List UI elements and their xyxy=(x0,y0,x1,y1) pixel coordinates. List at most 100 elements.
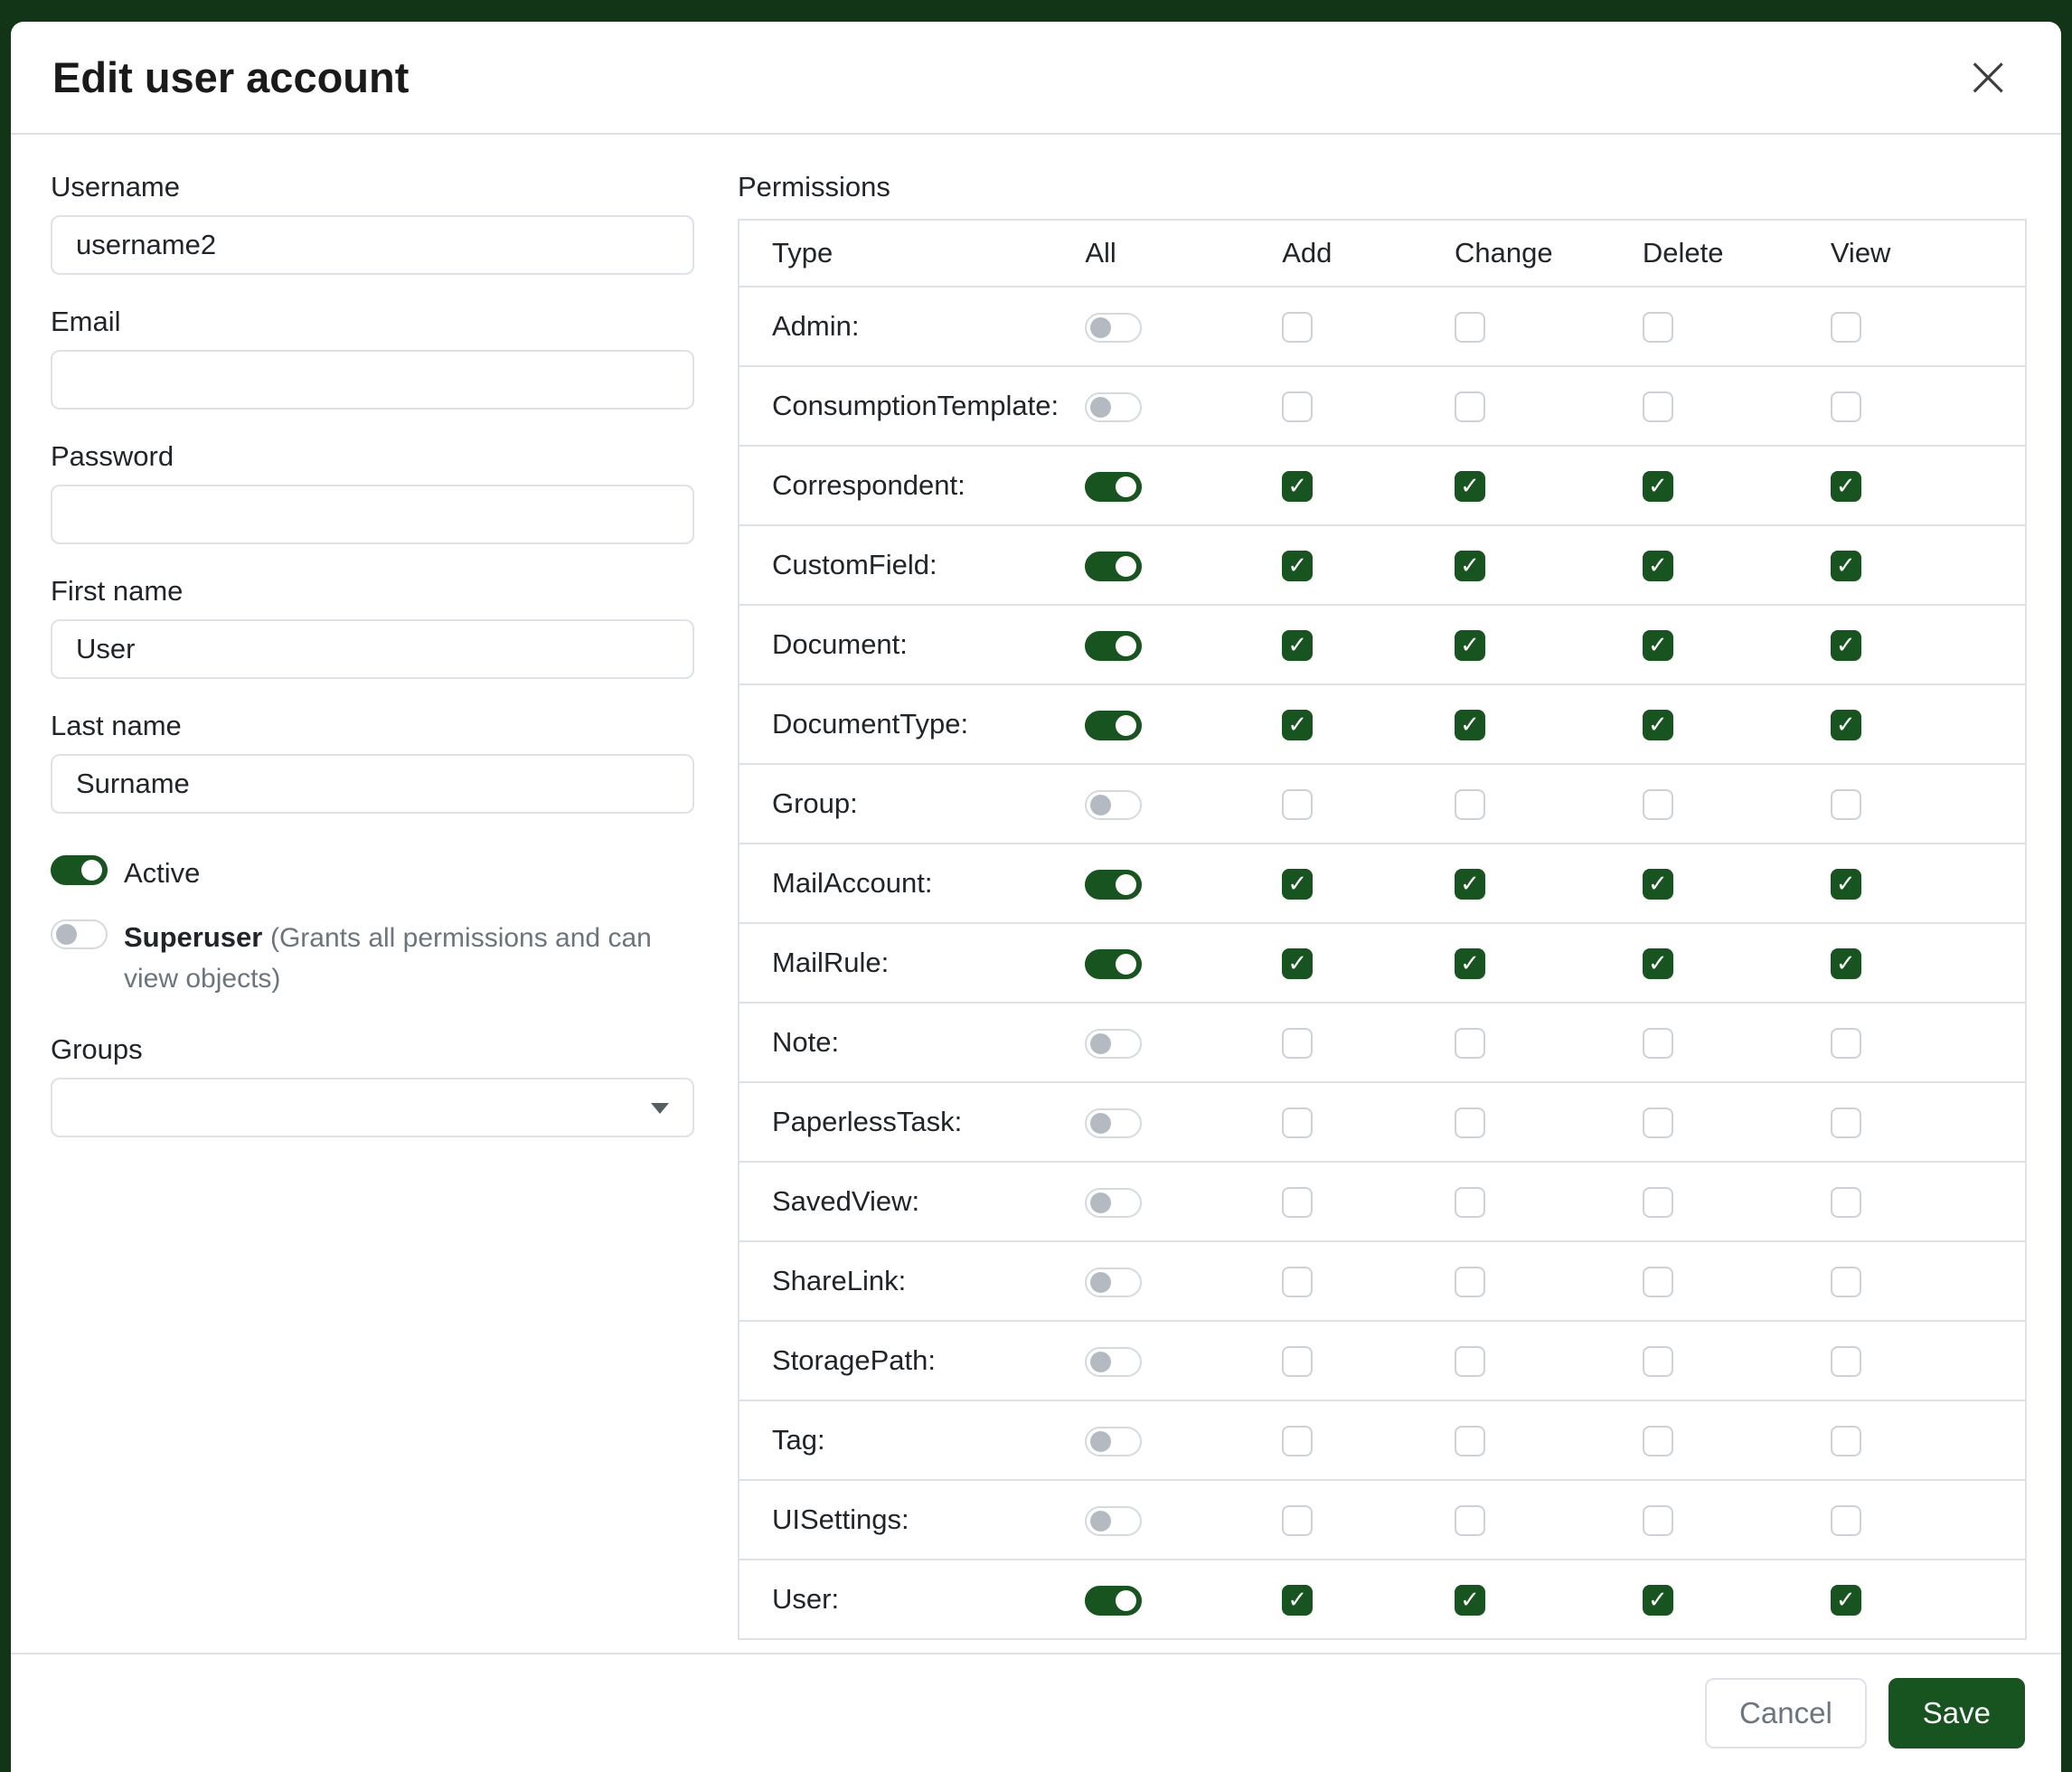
permission-all-toggle[interactable] xyxy=(1085,392,1142,422)
permission-view-checkbox[interactable] xyxy=(1831,391,1861,422)
permission-add-checkbox[interactable] xyxy=(1282,1505,1313,1536)
permission-view-checkbox[interactable] xyxy=(1831,471,1861,502)
permission-view-checkbox[interactable] xyxy=(1831,1346,1861,1377)
permission-delete-checkbox[interactable] xyxy=(1643,789,1673,820)
permission-delete-checkbox[interactable] xyxy=(1643,1585,1673,1616)
permission-delete-checkbox[interactable] xyxy=(1643,1505,1673,1536)
username-input[interactable] xyxy=(51,215,694,275)
permission-all-toggle[interactable] xyxy=(1085,1347,1142,1377)
permission-view-checkbox[interactable] xyxy=(1831,1028,1861,1059)
permission-change-checkbox[interactable] xyxy=(1455,1187,1485,1218)
permission-add-checkbox[interactable] xyxy=(1282,1346,1313,1377)
permission-add-checkbox[interactable] xyxy=(1282,1108,1313,1138)
permission-add-checkbox[interactable] xyxy=(1282,1267,1313,1297)
password-input[interactable] xyxy=(51,485,694,544)
permission-view-checkbox[interactable] xyxy=(1831,789,1861,820)
permission-view-checkbox[interactable] xyxy=(1831,312,1861,343)
permission-view-checkbox[interactable] xyxy=(1831,1108,1861,1138)
active-toggle[interactable] xyxy=(51,855,108,885)
permission-view-checkbox[interactable] xyxy=(1831,1585,1861,1616)
permission-all-toggle[interactable] xyxy=(1085,551,1142,581)
permission-delete-checkbox[interactable] xyxy=(1643,948,1673,979)
permission-delete-checkbox[interactable] xyxy=(1643,869,1673,900)
permission-add-checkbox[interactable] xyxy=(1282,391,1313,422)
permission-delete-checkbox[interactable] xyxy=(1643,630,1673,661)
permission-add-checkbox[interactable] xyxy=(1282,551,1313,581)
permission-all-toggle[interactable] xyxy=(1085,949,1142,979)
permission-all-toggle[interactable] xyxy=(1085,711,1142,740)
permission-all-toggle[interactable] xyxy=(1085,1188,1142,1218)
permission-add-checkbox[interactable] xyxy=(1282,789,1313,820)
permission-change-checkbox[interactable] xyxy=(1455,1505,1485,1536)
permission-change-checkbox[interactable] xyxy=(1455,391,1485,422)
permission-change-checkbox[interactable] xyxy=(1455,312,1485,343)
cancel-button[interactable]: Cancel xyxy=(1705,1678,1867,1748)
permission-delete-checkbox[interactable] xyxy=(1643,1187,1673,1218)
permission-change-checkbox[interactable] xyxy=(1455,1346,1485,1377)
first-name-input[interactable] xyxy=(51,619,694,679)
email-label: Email xyxy=(51,306,694,338)
permission-all-toggle[interactable] xyxy=(1085,1108,1142,1138)
permission-add-checkbox[interactable] xyxy=(1282,1585,1313,1616)
permission-change-checkbox[interactable] xyxy=(1455,1426,1485,1456)
permission-all-toggle[interactable] xyxy=(1085,1029,1142,1059)
permission-change-checkbox[interactable] xyxy=(1455,1108,1485,1138)
permission-add-checkbox[interactable] xyxy=(1282,1187,1313,1218)
permission-all-toggle[interactable] xyxy=(1085,1506,1142,1536)
permission-delete-checkbox[interactable] xyxy=(1643,391,1673,422)
permission-view-checkbox[interactable] xyxy=(1831,551,1861,581)
permission-delete-checkbox[interactable] xyxy=(1643,551,1673,581)
permission-add-checkbox[interactable] xyxy=(1282,630,1313,661)
groups-select[interactable] xyxy=(51,1078,694,1137)
permission-add-checkbox[interactable] xyxy=(1282,1028,1313,1059)
edit-user-modal: Edit user account × Username Email Passw… xyxy=(11,22,2061,1772)
save-button[interactable]: Save xyxy=(1888,1678,2025,1748)
permission-all-toggle[interactable] xyxy=(1085,870,1142,900)
superuser-toggle[interactable] xyxy=(51,919,108,949)
permission-change-checkbox[interactable] xyxy=(1455,1028,1485,1059)
close-button[interactable]: × xyxy=(1956,54,2020,100)
permission-add-checkbox[interactable] xyxy=(1282,869,1313,900)
permission-view-checkbox[interactable] xyxy=(1831,1267,1861,1297)
permission-change-checkbox[interactable] xyxy=(1455,471,1485,502)
permission-view-checkbox[interactable] xyxy=(1831,630,1861,661)
permission-add-checkbox[interactable] xyxy=(1282,471,1313,502)
permission-change-checkbox[interactable] xyxy=(1455,1585,1485,1616)
superuser-row: Superuser (Grants all permissions and ca… xyxy=(51,918,694,999)
permission-type-label: MailAccount: xyxy=(739,844,1079,923)
permission-add-checkbox[interactable] xyxy=(1282,312,1313,343)
permission-view-checkbox[interactable] xyxy=(1831,1505,1861,1536)
permission-delete-checkbox[interactable] xyxy=(1643,312,1673,343)
permission-delete-checkbox[interactable] xyxy=(1643,1426,1673,1456)
permission-all-toggle[interactable] xyxy=(1085,1586,1142,1616)
permission-view-checkbox[interactable] xyxy=(1831,1187,1861,1218)
permission-delete-checkbox[interactable] xyxy=(1643,1267,1673,1297)
email-input[interactable] xyxy=(51,350,694,410)
permission-delete-checkbox[interactable] xyxy=(1643,1108,1673,1138)
permission-delete-checkbox[interactable] xyxy=(1643,710,1673,740)
permission-add-checkbox[interactable] xyxy=(1282,1426,1313,1456)
permission-change-checkbox[interactable] xyxy=(1455,630,1485,661)
permission-change-checkbox[interactable] xyxy=(1455,948,1485,979)
permission-all-toggle[interactable] xyxy=(1085,790,1142,820)
permission-change-checkbox[interactable] xyxy=(1455,710,1485,740)
permission-delete-checkbox[interactable] xyxy=(1643,471,1673,502)
permission-delete-checkbox[interactable] xyxy=(1643,1028,1673,1059)
permission-all-toggle[interactable] xyxy=(1085,1427,1142,1456)
permission-all-toggle[interactable] xyxy=(1085,1268,1142,1297)
permission-change-checkbox[interactable] xyxy=(1455,1267,1485,1297)
permission-view-checkbox[interactable] xyxy=(1831,948,1861,979)
permission-change-checkbox[interactable] xyxy=(1455,789,1485,820)
permission-view-checkbox[interactable] xyxy=(1831,1426,1861,1456)
permission-delete-checkbox[interactable] xyxy=(1643,1346,1673,1377)
permission-add-checkbox[interactable] xyxy=(1282,948,1313,979)
permission-all-toggle[interactable] xyxy=(1085,313,1142,343)
permission-change-checkbox[interactable] xyxy=(1455,869,1485,900)
permission-all-toggle[interactable] xyxy=(1085,631,1142,661)
last-name-input[interactable] xyxy=(51,754,694,814)
permission-view-checkbox[interactable] xyxy=(1831,869,1861,900)
permission-add-checkbox[interactable] xyxy=(1282,710,1313,740)
permission-all-toggle[interactable] xyxy=(1085,472,1142,502)
permission-change-checkbox[interactable] xyxy=(1455,551,1485,581)
permission-view-checkbox[interactable] xyxy=(1831,710,1861,740)
